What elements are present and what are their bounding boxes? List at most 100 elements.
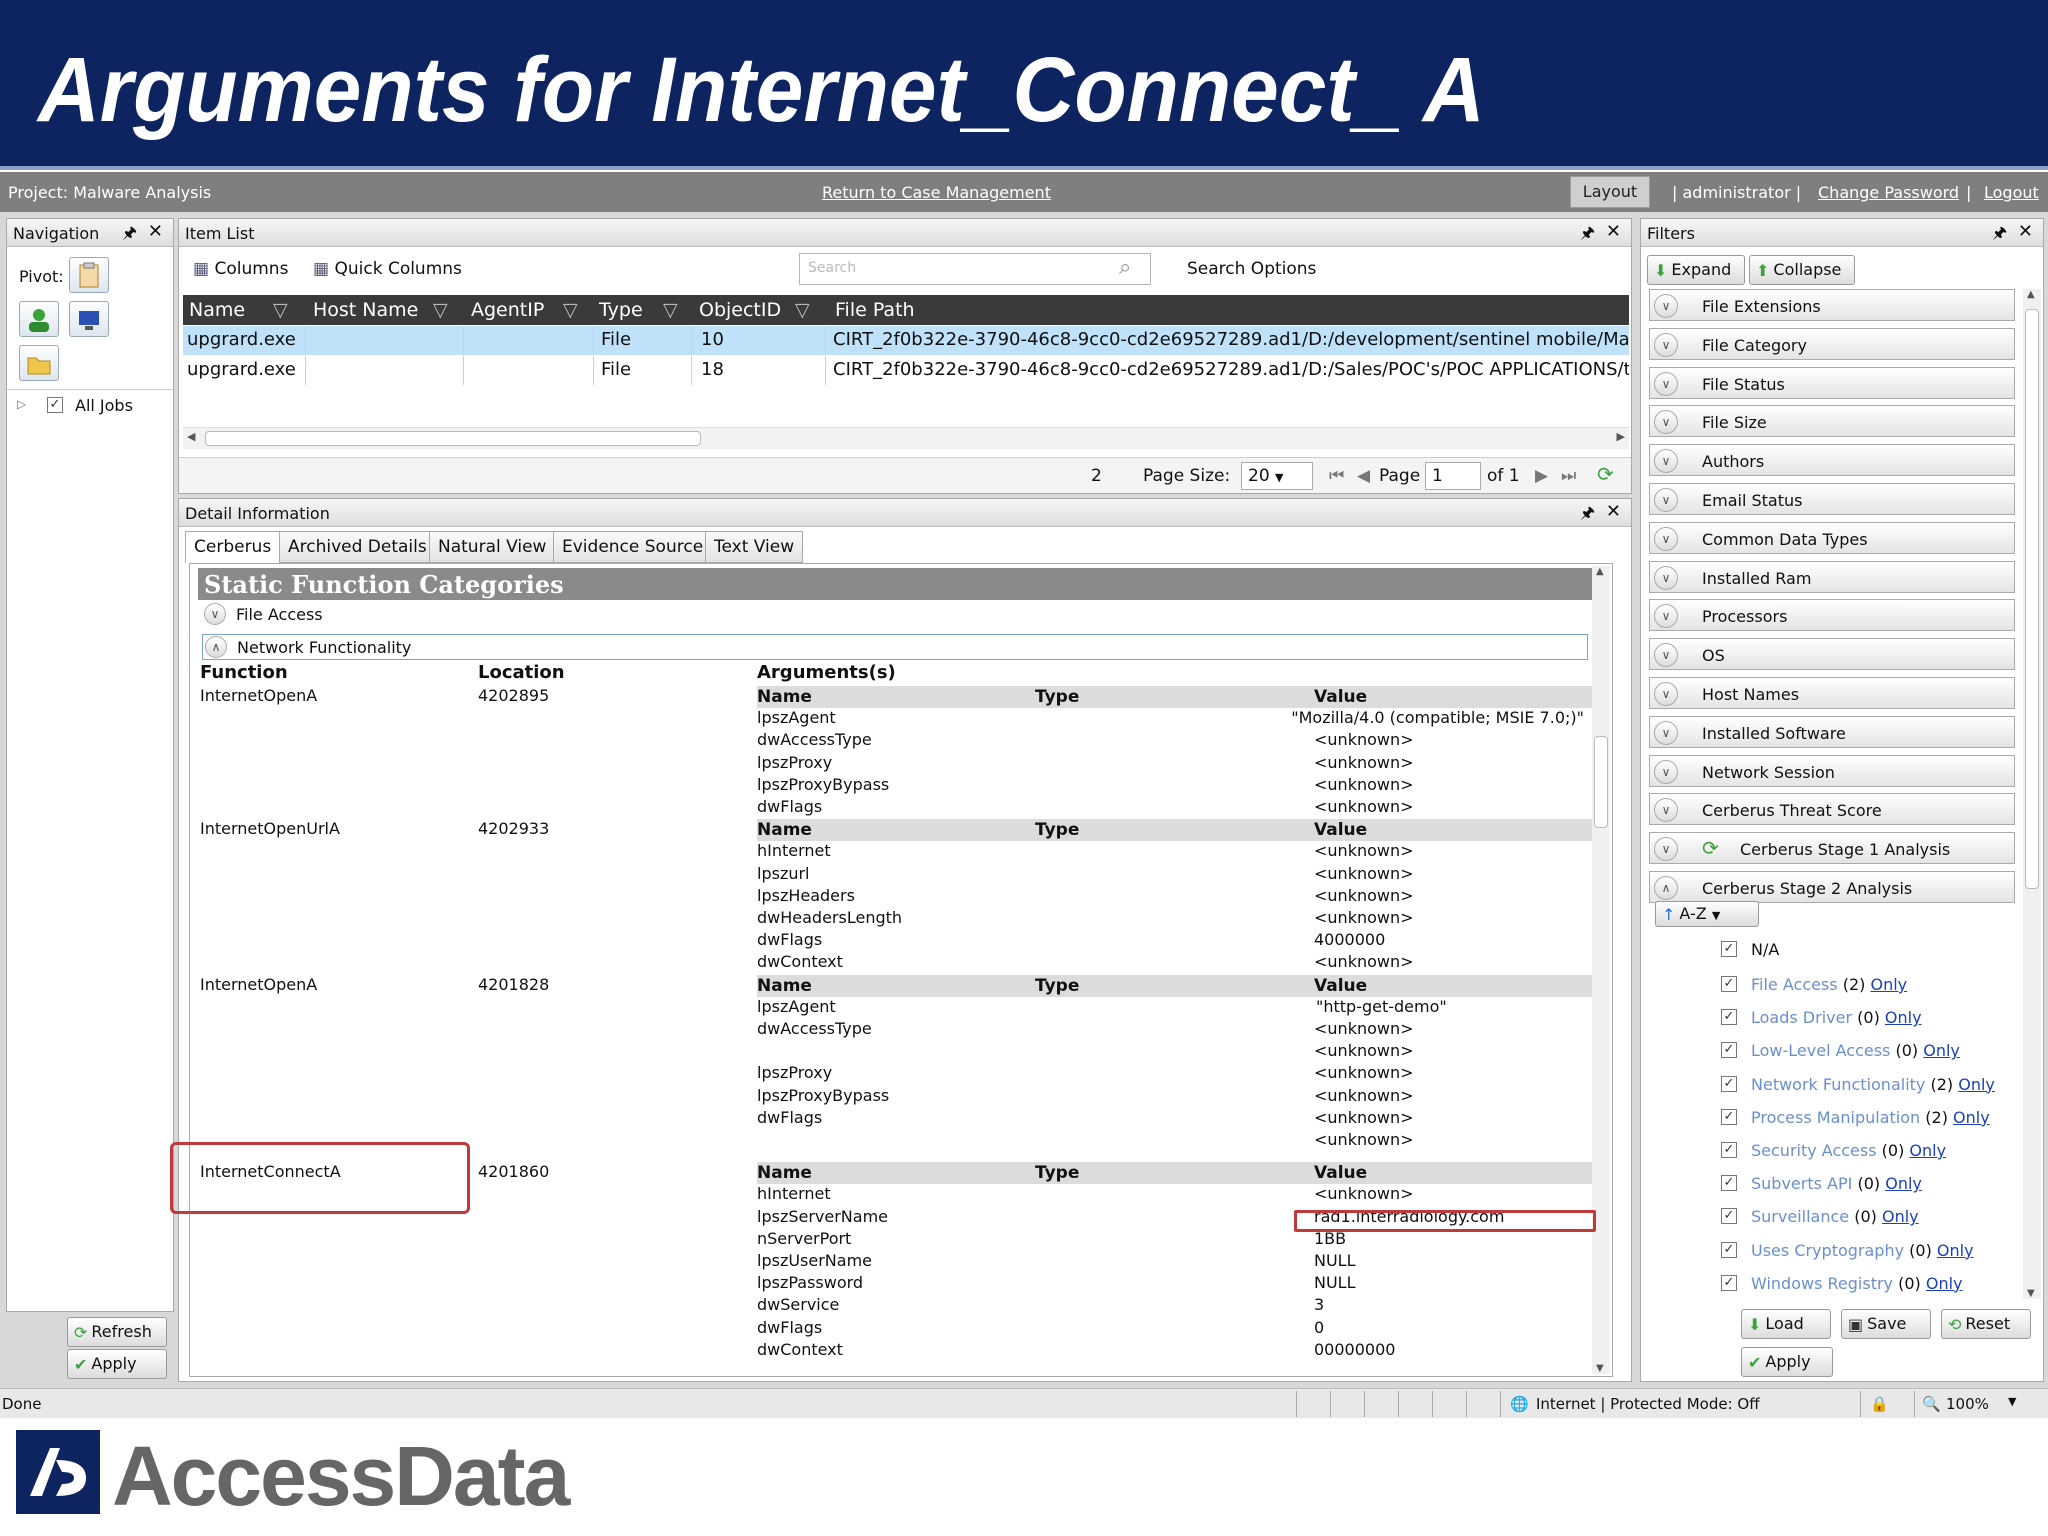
filter-category[interactable]: ∨ OS (1649, 638, 2015, 671)
pivot-network-button[interactable] (69, 301, 109, 337)
filter-category[interactable]: ∨ Email Status (1649, 483, 2015, 515)
scroll-up-icon[interactable]: ▲ (2027, 289, 2035, 300)
page-size-select[interactable]: 20 ▼ (1241, 462, 1313, 490)
refresh-icon[interactable]: ⟳ (1597, 462, 1614, 486)
close-icon[interactable]: ✕ (148, 221, 163, 242)
change-password-link[interactable]: Change Password (1818, 183, 1959, 202)
only-link[interactable]: Only (1923, 1041, 1960, 1060)
filter-icon[interactable]: ▽ (273, 299, 288, 321)
group-network-functionality[interactable]: ∧ Network Functionality (202, 634, 1588, 660)
scroll-thumb[interactable] (2025, 309, 2039, 889)
expand-icon[interactable]: ∨ (1654, 294, 1678, 318)
scroll-down-icon[interactable]: ▼ (1596, 1363, 1604, 1374)
only-link[interactable]: Only (1926, 1274, 1963, 1293)
pivot-user-button[interactable] (19, 301, 59, 337)
pivot-folder-button[interactable] (19, 345, 59, 381)
filter-category[interactable]: ∨ Installed Software (1649, 715, 2015, 748)
collapse-icon[interactable]: ∧ (205, 636, 227, 658)
save-button[interactable]: ▣ Save (1841, 1309, 1931, 1339)
filter-option-checkbox[interactable]: ✓ (1721, 1175, 1737, 1192)
filter-icon[interactable]: ▽ (563, 299, 578, 321)
expand-button[interactable]: ⬇ Expand (1647, 255, 1745, 285)
collapse-button[interactable]: ⬆ Collapse (1749, 255, 1855, 285)
filter-category[interactable]: ∧ Cerberus Stage 2 Analysis (1649, 871, 2015, 903)
column-header-objectid[interactable]: ObjectID (699, 299, 781, 321)
nav-apply-button[interactable]: ✔ Apply (67, 1349, 167, 1379)
page-input[interactable]: 1 (1425, 462, 1481, 490)
pin-icon[interactable]: 🖈 (1992, 222, 2007, 249)
close-icon[interactable]: ✕ (1606, 501, 1621, 522)
filter-option-checkbox[interactable]: ✓ (1721, 1274, 1737, 1291)
expand-icon[interactable]: ∨ (1654, 410, 1678, 435)
only-link[interactable]: Only (1958, 1075, 1995, 1094)
table-row[interactable]: upgrard.exe File 18 CIRT_2f0b322e-3790-4… (183, 356, 1629, 385)
filter-category[interactable]: ∨ File Category (1649, 327, 2015, 360)
filter-category[interactable]: ∨ Cerberus Stage 1 Analysis ⟳ (1649, 832, 2015, 865)
all-jobs-checkbox[interactable]: ✓ (47, 397, 63, 413)
scroll-right-icon[interactable]: ▶ (1617, 430, 1625, 443)
pin-icon[interactable]: 🖈 (122, 222, 137, 249)
refresh-button[interactable]: ⟳ Refresh (67, 1317, 167, 1347)
expand-icon[interactable]: ∨ (1654, 720, 1678, 745)
table-row[interactable]: upgrard.exe File 10 CIRT_2f0b322e-3790-4… (183, 326, 1629, 355)
only-link[interactable]: Only (1885, 1174, 1922, 1193)
only-link[interactable]: Only (1871, 975, 1908, 994)
search-options-link[interactable]: Search Options (1187, 259, 1316, 279)
filter-category[interactable]: ∨ File Status (1649, 366, 2015, 399)
close-icon[interactable]: ✕ (2018, 221, 2033, 242)
columns-button[interactable]: ▦ Columns (193, 259, 288, 279)
filter-option-checkbox[interactable]: ✓ (1721, 1142, 1737, 1158)
column-header-host-name[interactable]: Host Name (313, 299, 418, 321)
scroll-thumb[interactable] (1594, 736, 1608, 828)
next-page-icon[interactable]: ▶ (1535, 466, 1548, 486)
filter-category[interactable]: ∨ Cerberus Threat Score (1649, 793, 2015, 826)
filters-scrollbar[interactable]: ▲ ▼ (2023, 289, 2041, 1299)
only-link[interactable]: Only (1885, 1008, 1922, 1027)
expand-icon[interactable]: ∨ (1654, 526, 1678, 551)
expand-icon[interactable]: ∨ (1654, 371, 1678, 396)
filter-category[interactable]: ∨ Processors (1649, 599, 2015, 632)
prev-page-icon[interactable]: ◀ (1357, 466, 1370, 486)
collapse-icon[interactable]: ∧ (1654, 876, 1678, 900)
group-file-access[interactable]: ∨ File Access (202, 602, 1588, 628)
filter-icon[interactable]: ▽ (663, 299, 678, 321)
scroll-up-icon[interactable]: ▲ (1596, 566, 1604, 577)
horizontal-scrollbar[interactable]: ◀ ▶ (183, 427, 1629, 449)
quick-columns-button[interactable]: ▦ Quick Columns (313, 259, 462, 279)
zoom-icon[interactable]: 🔍 (1922, 1395, 1941, 1413)
filter-option-checkbox[interactable]: ✓ (1721, 1241, 1737, 1258)
sort-select[interactable]: ↑ A-Z ▼ (1655, 901, 1759, 927)
return-to-case-management-link[interactable]: Return to Case Management (822, 183, 1051, 202)
expand-icon[interactable]: ∨ (204, 603, 226, 625)
only-link[interactable]: Only (1882, 1207, 1919, 1226)
filter-option-checkbox[interactable]: ✓ (1721, 1042, 1737, 1059)
filters-apply-button[interactable]: ✔ Apply (1741, 1347, 1833, 1377)
expand-icon[interactable]: ∨ (1654, 604, 1678, 629)
expand-icon[interactable]: ∨ (1654, 449, 1678, 474)
scroll-down-icon[interactable]: ▼ (2027, 1288, 2035, 1299)
pin-icon[interactable]: 🖈 (1580, 502, 1595, 529)
filter-category[interactable]: ∨ Installed Ram (1649, 560, 2015, 593)
last-page-icon[interactable]: ⏭ (1561, 466, 1576, 486)
filter-option-checkbox[interactable]: ✓ (1721, 1075, 1737, 1092)
scroll-left-icon[interactable]: ◀ (187, 430, 195, 443)
tab-cerberus[interactable]: Cerberus (185, 531, 281, 563)
expand-icon[interactable]: ∨ (1654, 837, 1678, 862)
na-checkbox[interactable]: ✓ (1721, 941, 1737, 957)
expand-icon[interactable]: ∨ (1654, 565, 1678, 590)
reset-button[interactable]: ⟲ Reset (1941, 1309, 2031, 1339)
expand-icon[interactable]: ∨ (1654, 759, 1678, 784)
tree-item-all-jobs[interactable]: All Jobs (75, 396, 133, 415)
first-page-icon[interactable]: ⏮ (1329, 466, 1344, 486)
tab-evidence-source[interactable]: Evidence Source (553, 531, 713, 563)
filter-icon[interactable]: ▽ (433, 299, 448, 321)
expand-icon[interactable]: ∨ (1654, 488, 1678, 512)
filter-category[interactable]: ∨ Network Session (1649, 754, 2015, 787)
chevron-down-icon[interactable]: ▼ (2008, 1395, 2016, 1408)
column-header-file-path[interactable]: File Path (835, 299, 915, 321)
filter-category[interactable]: ∨ File Size (1649, 405, 2015, 438)
expand-icon[interactable]: ∨ (1654, 682, 1678, 706)
load-button[interactable]: ⬇ Load (1741, 1309, 1831, 1339)
expand-icon[interactable]: ∨ (1654, 798, 1678, 823)
scroll-thumb[interactable] (205, 431, 701, 446)
